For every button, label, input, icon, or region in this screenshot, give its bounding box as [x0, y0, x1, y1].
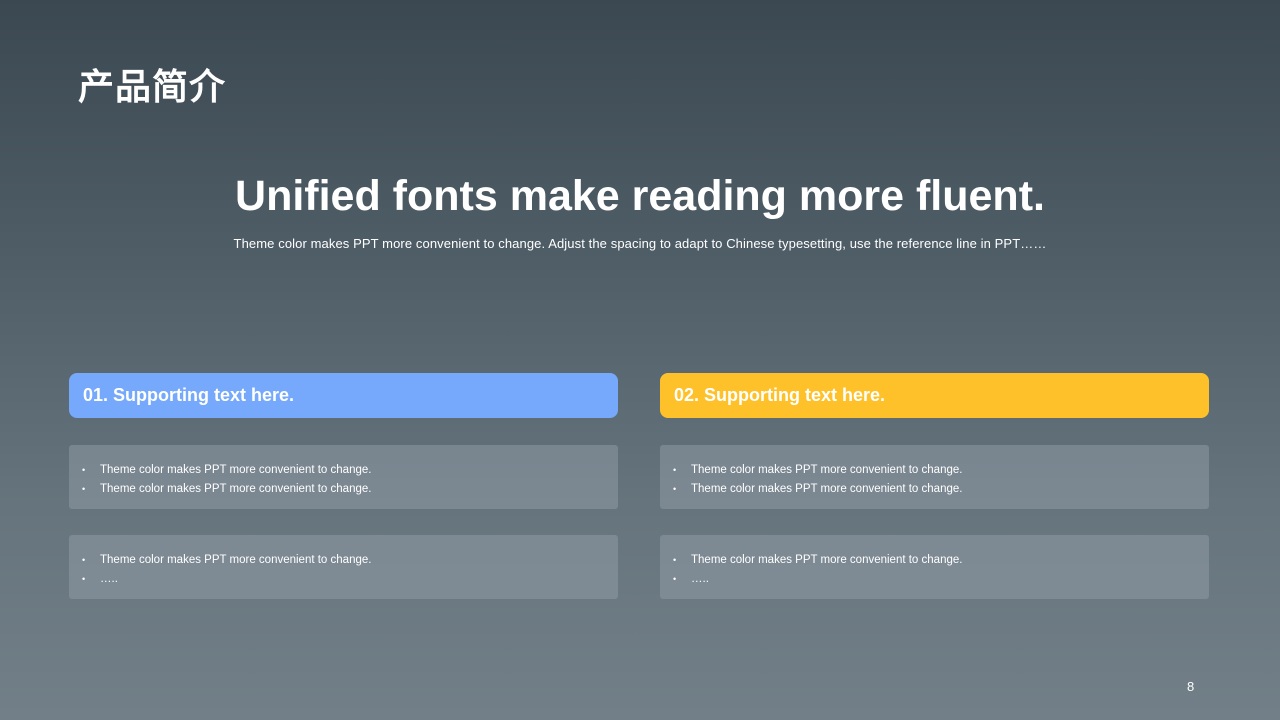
bullet-list: • Theme color makes PPT more convenient t…: [660, 461, 1209, 499]
list-item: • Theme color makes PPT more convenient t…: [660, 461, 1209, 480]
slide: 产品简介 Unified fonts make reading more flu…: [0, 0, 1280, 720]
bullet-icon: •: [673, 555, 677, 565]
bullet-icon: •: [82, 555, 86, 565]
list-item: • …..: [660, 570, 1209, 589]
column-header: 02. Supporting text here.: [660, 373, 1209, 418]
list-item: • …..: [69, 570, 618, 589]
list-item-text: …..: [100, 573, 118, 585]
bullet-list: • Theme color makes PPT more convenient t…: [69, 461, 618, 499]
list-item: • Theme color makes PPT more convenient t…: [69, 480, 618, 499]
text-box: • Theme color makes PPT more convenient t…: [69, 535, 618, 599]
list-item: • Theme color makes PPT more convenient t…: [69, 461, 618, 480]
text-box: • Theme color makes PPT more convenient t…: [660, 445, 1209, 509]
text-box: • Theme color makes PPT more convenient t…: [69, 445, 618, 509]
list-item-text: Theme color makes PPT more convenient to…: [691, 483, 963, 495]
list-item-text: Theme color makes PPT more convenient to…: [100, 464, 372, 476]
page-number: 8: [1187, 679, 1195, 694]
list-item: • Theme color makes PPT more convenient t…: [69, 551, 618, 570]
bullet-icon: •: [673, 484, 677, 494]
list-item-text: Theme color makes PPT more convenient to…: [100, 483, 372, 495]
list-item-text: Theme color makes PPT more convenient to…: [691, 464, 963, 476]
list-item-text: Theme color makes PPT more convenient to…: [691, 554, 963, 566]
bullet-icon: •: [673, 574, 677, 584]
slide-title: 产品简介: [78, 67, 227, 108]
bullet-icon: •: [82, 574, 86, 584]
column-01: 01. Supporting text here. • Theme color m…: [69, 373, 618, 599]
text-box: • Theme color makes PPT more convenient t…: [660, 535, 1209, 599]
headline: Unified fonts make reading more fluent.: [235, 172, 1045, 220]
list-item: • Theme color makes PPT more convenient t…: [660, 480, 1209, 499]
list-item-text: …..: [691, 573, 709, 585]
list-item-text: Theme color makes PPT more convenient to…: [100, 554, 372, 566]
bullet-icon: •: [673, 465, 677, 475]
list-item: • Theme color makes PPT more convenient t…: [660, 551, 1209, 570]
bullet-icon: •: [82, 465, 86, 475]
column-header: 01. Supporting text here.: [69, 373, 618, 418]
bullet-list: • Theme color makes PPT more convenient t…: [660, 551, 1209, 589]
bullet-icon: •: [82, 484, 86, 494]
column-02: 02. Supporting text here. • Theme color m…: [660, 373, 1209, 599]
subheadline: Theme color makes PPT more convenient to…: [233, 236, 1047, 251]
bullet-list: • Theme color makes PPT more convenient t…: [69, 551, 618, 589]
